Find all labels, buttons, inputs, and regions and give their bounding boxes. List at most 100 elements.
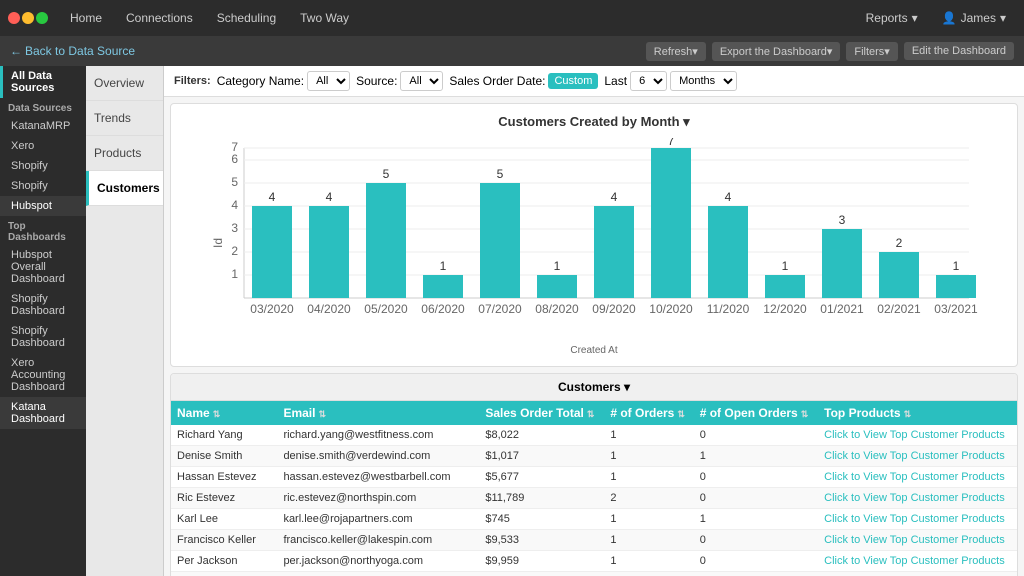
table-cell[interactable]: Click to View Top Customer Products: [818, 446, 1017, 467]
back-to-datasource[interactable]: ← Back to Data Source: [10, 44, 135, 58]
nav-products[interactable]: Products: [86, 136, 163, 171]
sidebar-item-katana-dashboard[interactable]: Katana Dashboard: [0, 397, 86, 429]
user-menu[interactable]: 👤 James ▾: [932, 7, 1016, 29]
svg-text:4: 4: [725, 190, 732, 204]
svg-text:3: 3: [231, 221, 238, 235]
close-button[interactable]: [8, 12, 20, 24]
export-button[interactable]: Export the Dashboard▾: [712, 42, 841, 61]
table-cell: Karl Lee: [171, 509, 277, 530]
table-cell[interactable]: Click to View Top Customer Products: [818, 530, 1017, 551]
bar-11-2020[interactable]: [708, 206, 748, 298]
sidebar-item-hubspot[interactable]: Hubspot: [0, 196, 86, 216]
col-total[interactable]: Sales Order Total⇅: [479, 401, 604, 425]
svg-text:2: 2: [896, 236, 903, 250]
table-row: Karl Leekarl.lee@rojapartners.com$74511C…: [171, 509, 1017, 530]
col-name[interactable]: Name⇅: [171, 401, 277, 425]
customers-table: Name⇅ Email⇅ Sales Order Total⇅ # of Ord…: [171, 401, 1017, 576]
nav-twoway[interactable]: Two Way: [290, 7, 359, 29]
source-select[interactable]: All: [400, 71, 443, 91]
nav-trends[interactable]: Trends: [86, 101, 163, 136]
minimize-button[interactable]: [22, 12, 34, 24]
col-orders[interactable]: # of Orders⇅: [604, 401, 693, 425]
table-cell: Denise Smith: [171, 446, 277, 467]
table-cell: 2: [604, 488, 693, 509]
nav-customers[interactable]: Customers: [86, 171, 163, 206]
content-area: Filters: Category Name: All Source: All …: [164, 66, 1024, 576]
sidebar-item-hubspot-overall[interactable]: Hubspot Overall Dashboard: [0, 245, 86, 289]
months-select[interactable]: Months: [670, 71, 737, 91]
sales-order-date-label: Sales Order Date:: [449, 74, 545, 88]
sidebar-item-shopify1[interactable]: Shopify: [0, 156, 86, 176]
table-cell[interactable]: Click to View Top Customer Products: [818, 572, 1017, 576]
filters-button[interactable]: Filters▾: [846, 42, 897, 61]
maximize-button[interactable]: [36, 12, 48, 24]
sidebar-item-xero-accounting[interactable]: Xero Accounting Dashboard: [0, 353, 86, 397]
table-cell: 0: [694, 425, 818, 446]
edit-dashboard-button[interactable]: Edit the Dashboard: [904, 42, 1014, 60]
svg-text:01/2021: 01/2021: [820, 302, 864, 316]
sidebar-item-katanamrp[interactable]: KatanaMRP: [0, 116, 86, 136]
bar-05-2020[interactable]: [366, 183, 406, 298]
bar-10-2020[interactable]: [651, 148, 691, 298]
table-cell: ric.estevez@northspin.com: [277, 488, 479, 509]
col-email[interactable]: Email⇅: [277, 401, 479, 425]
table-cell[interactable]: Click to View Top Customer Products: [818, 509, 1017, 530]
table-cell: $1,017: [479, 446, 604, 467]
nav-scheduling[interactable]: Scheduling: [207, 7, 286, 29]
sidebar-all-data-sources[interactable]: All Data Sources: [0, 66, 86, 98]
table-cell[interactable]: Click to View Top Customer Products: [818, 425, 1017, 446]
bar-02-2021[interactable]: [879, 252, 919, 298]
last-label: Last: [604, 74, 627, 88]
svg-text:1: 1: [782, 259, 789, 273]
table-cell: karl.lee@rojapartners.com: [277, 509, 479, 530]
svg-text:07/2020: 07/2020: [478, 302, 522, 316]
nav-home[interactable]: Home: [60, 7, 112, 29]
table-row: Ric Estevezric.estevez@northspin.com$11,…: [171, 488, 1017, 509]
table-row: Denise Smithdenise.smith@verdewind.com$1…: [171, 446, 1017, 467]
table-cell[interactable]: Click to View Top Customer Products: [818, 551, 1017, 572]
svg-text:6: 6: [231, 152, 238, 166]
sidebar-item-shopify-dash1[interactable]: Shopify Dashboard: [0, 289, 86, 321]
sales-order-date-value[interactable]: Custom: [548, 73, 598, 89]
table-row: Per Jacksonper.jackson@northyoga.com$9,9…: [171, 551, 1017, 572]
svg-text:06/2020: 06/2020: [421, 302, 465, 316]
table-row: Morgan Schroedermorgan.schroeder@alphain…: [171, 572, 1017, 576]
sidebar-item-shopify-dash2[interactable]: Shopify Dashboard: [0, 321, 86, 353]
sort-top-products-icon: ⇅: [904, 409, 912, 419]
category-name-select[interactable]: All: [307, 71, 350, 91]
svg-text:1: 1: [231, 267, 238, 281]
refresh-button[interactable]: Refresh▾: [646, 42, 706, 61]
nav-connections[interactable]: Connections: [116, 7, 203, 29]
bar-03-2021[interactable]: [936, 275, 976, 298]
bar-08-2020[interactable]: [537, 275, 577, 298]
main-layout: All Data Sources Data Sources KatanaMRP …: [0, 66, 1024, 576]
col-top-products[interactable]: Top Products⇅: [818, 401, 1017, 425]
chart-title[interactable]: Customers Created by Month ▾: [181, 114, 1007, 130]
reports-menu[interactable]: Reports ▾: [856, 7, 928, 29]
user-dropdown-icon: ▾: [1000, 11, 1006, 25]
nav-panel: Overview Trends Products Customers: [86, 66, 164, 576]
bar-01-2021[interactable]: [822, 229, 862, 298]
nav-overview[interactable]: Overview: [86, 66, 163, 101]
bar-04-2020[interactable]: [309, 206, 349, 298]
table-cell: francisco.keller@lakespin.com: [277, 530, 479, 551]
sort-total-icon: ⇅: [587, 409, 595, 419]
table-cell: per.jackson@northyoga.com: [277, 551, 479, 572]
svg-text:4: 4: [326, 190, 333, 204]
x-axis-label: Created At: [181, 345, 1007, 356]
table-cell[interactable]: Click to View Top Customer Products: [818, 467, 1017, 488]
last-value-select[interactable]: 6: [630, 71, 667, 91]
bar-07-2020[interactable]: [480, 183, 520, 298]
svg-text:05/2020: 05/2020: [364, 302, 408, 316]
col-open-orders[interactable]: # of Open Orders⇅: [694, 401, 818, 425]
table-cell[interactable]: Click to View Top Customer Products: [818, 488, 1017, 509]
bar-06-2020[interactable]: [423, 275, 463, 298]
sort-open-orders-icon: ⇅: [801, 409, 809, 419]
customers-table-title[interactable]: Customers ▾: [171, 374, 1017, 401]
bar-09-2020[interactable]: [594, 206, 634, 298]
sidebar-item-xero[interactable]: Xero: [0, 136, 86, 156]
svg-text:08/2020: 08/2020: [535, 302, 579, 316]
bar-12-2020[interactable]: [765, 275, 805, 298]
sidebar-item-shopify2[interactable]: Shopify: [0, 176, 86, 196]
bar-03-2020[interactable]: [252, 206, 292, 298]
